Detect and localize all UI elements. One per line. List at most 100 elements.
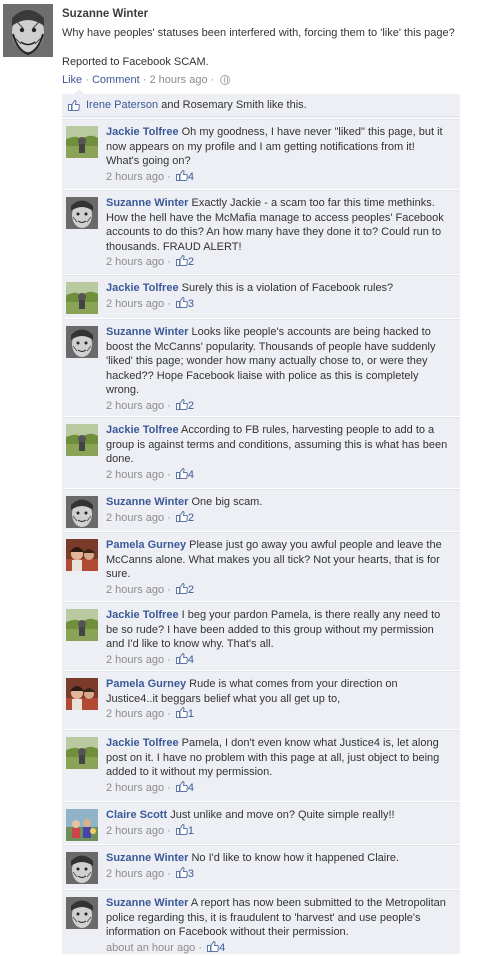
- thumbs-up-icon[interactable]: [175, 706, 188, 718]
- commenter-avatar[interactable]: [66, 539, 98, 571]
- separator: ·: [167, 653, 171, 666]
- comment-like-count[interactable]: 4: [188, 171, 194, 183]
- comment-meta: about an hour ago · 4: [106, 940, 450, 956]
- comment-timestamp[interactable]: 2 hours ago: [106, 584, 164, 596]
- liker-link[interactable]: Irene Paterson: [86, 99, 158, 111]
- commenter-name[interactable]: Jackie Tolfree: [106, 282, 179, 294]
- comment-timestamp[interactable]: 2 hours ago: [106, 171, 164, 183]
- comment-timestamp[interactable]: 2 hours ago: [106, 825, 164, 837]
- comment-timestamp[interactable]: 2 hours ago: [106, 708, 164, 720]
- comment-link[interactable]: Comment: [92, 74, 140, 86]
- thumbs-up-icon[interactable]: [175, 823, 188, 835]
- thumbs-up-icon[interactable]: [175, 467, 188, 479]
- commenter-avatar[interactable]: [66, 678, 98, 710]
- comment-meta: 2 hours ago · 1: [106, 823, 450, 839]
- thumbs-up-icon[interactable]: [175, 510, 188, 522]
- comment-like-count[interactable]: 2: [188, 584, 194, 596]
- thumbs-up-icon[interactable]: [175, 398, 188, 410]
- comment-body: Suzanne Winter One big scam. 2 hours ago …: [106, 495, 450, 525]
- commenter-avatar[interactable]: [66, 609, 98, 641]
- commenter-avatar[interactable]: [66, 126, 98, 158]
- comment-like-count[interactable]: 3: [188, 298, 194, 310]
- thumbs-up-icon[interactable]: [175, 582, 188, 594]
- comment-timestamp[interactable]: 2 hours ago: [106, 512, 164, 524]
- commenter-name[interactable]: Jackie Tolfree: [106, 126, 179, 138]
- comment-timestamp[interactable]: 2 hours ago: [106, 256, 164, 268]
- commenter-avatar[interactable]: [66, 197, 98, 229]
- comment-body: Jackie Tolfree According to FB rules, ha…: [106, 423, 450, 482]
- commenter-name[interactable]: Claire Scott: [106, 809, 167, 821]
- commenter-name[interactable]: Pamela Gurney: [106, 678, 186, 690]
- separator: ·: [167, 781, 171, 794]
- comment-timestamp[interactable]: about an hour ago: [106, 942, 195, 954]
- comment-meta: 2 hours ago · 1: [106, 706, 450, 722]
- comment-divider: [62, 417, 460, 418]
- author-avatar[interactable]: [3, 4, 53, 57]
- comment-like-count[interactable]: 1: [188, 708, 194, 720]
- commenter-avatar[interactable]: [66, 326, 98, 358]
- post-message: Why have peoples' statuses been interfer…: [62, 26, 470, 70]
- comment-timestamp[interactable]: 2 hours ago: [106, 868, 164, 880]
- like-link[interactable]: Like: [62, 74, 82, 86]
- comment-divider: [62, 319, 460, 320]
- commenter-avatar[interactable]: [66, 809, 98, 841]
- comment-divider: [62, 489, 460, 490]
- commenter-name[interactable]: Suzanne Winter: [106, 852, 188, 864]
- post-timestamp[interactable]: 2 hours ago: [149, 74, 207, 86]
- liker-name[interactable]: Rosemary Smith: [183, 99, 264, 111]
- commenter-name[interactable]: Jackie Tolfree: [106, 609, 179, 621]
- thumbs-up-icon: [68, 99, 80, 111]
- comment-like-count[interactable]: 4: [188, 654, 194, 666]
- comment-text: Just unlike and move on? Quite simple re…: [170, 809, 395, 821]
- separator: ·: [198, 941, 203, 954]
- thumbs-up-icon[interactable]: [175, 169, 188, 181]
- comment-like-count[interactable]: 2: [188, 400, 194, 412]
- post-message-line: Reported to Facebook SCAM.: [62, 56, 209, 68]
- thumbs-up-icon[interactable]: [175, 652, 188, 664]
- commenter-avatar[interactable]: [66, 852, 98, 884]
- thumbs-up-icon[interactable]: [207, 940, 219, 952]
- comment: Pamela Gurney Please just go away you aw…: [62, 531, 460, 602]
- commenter-avatar[interactable]: [66, 496, 98, 528]
- commenter-name[interactable]: Jackie Tolfree: [106, 424, 179, 436]
- comment-like-count[interactable]: 4: [219, 942, 225, 954]
- separator: ·: [167, 256, 171, 268]
- thumbs-up-icon[interactable]: [175, 866, 188, 878]
- commenter-name[interactable]: Suzanne Winter: [106, 326, 188, 338]
- comment-like-count[interactable]: 2: [188, 512, 194, 524]
- post-author[interactable]: Suzanne Winter: [62, 8, 148, 20]
- thumbs-up-icon[interactable]: [175, 254, 188, 266]
- comment-timestamp[interactable]: 2 hours ago: [106, 654, 164, 666]
- commenter-name[interactable]: Pamela Gurney: [106, 539, 186, 551]
- commenter-avatar[interactable]: [66, 282, 98, 314]
- likes-suffix: like this.: [267, 99, 307, 111]
- commenter-avatar[interactable]: [66, 737, 98, 769]
- comment-body: Pamela Gurney Please just go away you aw…: [106, 538, 450, 597]
- comment-like-count[interactable]: 3: [188, 868, 194, 880]
- comment: Pamela Gurney Rude is what comes from yo…: [62, 670, 460, 730]
- comment-timestamp[interactable]: 2 hours ago: [106, 400, 164, 412]
- comment-divider: [62, 119, 460, 120]
- comment-timestamp[interactable]: 2 hours ago: [106, 469, 164, 481]
- thumbs-up-icon[interactable]: [175, 780, 188, 792]
- comment-like-count[interactable]: 4: [188, 782, 194, 794]
- commenter-name[interactable]: Jackie Tolfree: [106, 737, 179, 749]
- comment: Suzanne Winter No I'd like to know how i…: [62, 844, 460, 890]
- comment-meta: 2 hours ago · 3: [106, 296, 450, 312]
- commenter-name[interactable]: Suzanne Winter: [106, 897, 188, 909]
- comment-like-count[interactable]: 1: [188, 825, 194, 837]
- comment-like-count[interactable]: 2: [188, 256, 194, 268]
- comment-meta: 2 hours ago · 4: [106, 467, 450, 483]
- commenter-name[interactable]: Suzanne Winter: [106, 197, 188, 209]
- comment-like-count[interactable]: 4: [188, 469, 194, 481]
- comment-body: Jackie Tolfree Pamela, I don't even know…: [106, 736, 450, 795]
- commenter-name[interactable]: Suzanne Winter: [106, 496, 188, 508]
- likes-summary: Irene Paterson and Rosemary Smith like t…: [62, 94, 460, 117]
- thumbs-up-icon[interactable]: [175, 296, 188, 308]
- comment-timestamp[interactable]: 2 hours ago: [106, 782, 164, 794]
- separator: ·: [167, 708, 171, 720]
- comment-divider: [62, 671, 460, 672]
- comment-timestamp[interactable]: 2 hours ago: [106, 298, 164, 310]
- commenter-avatar[interactable]: [66, 424, 98, 456]
- commenter-avatar[interactable]: [66, 897, 98, 929]
